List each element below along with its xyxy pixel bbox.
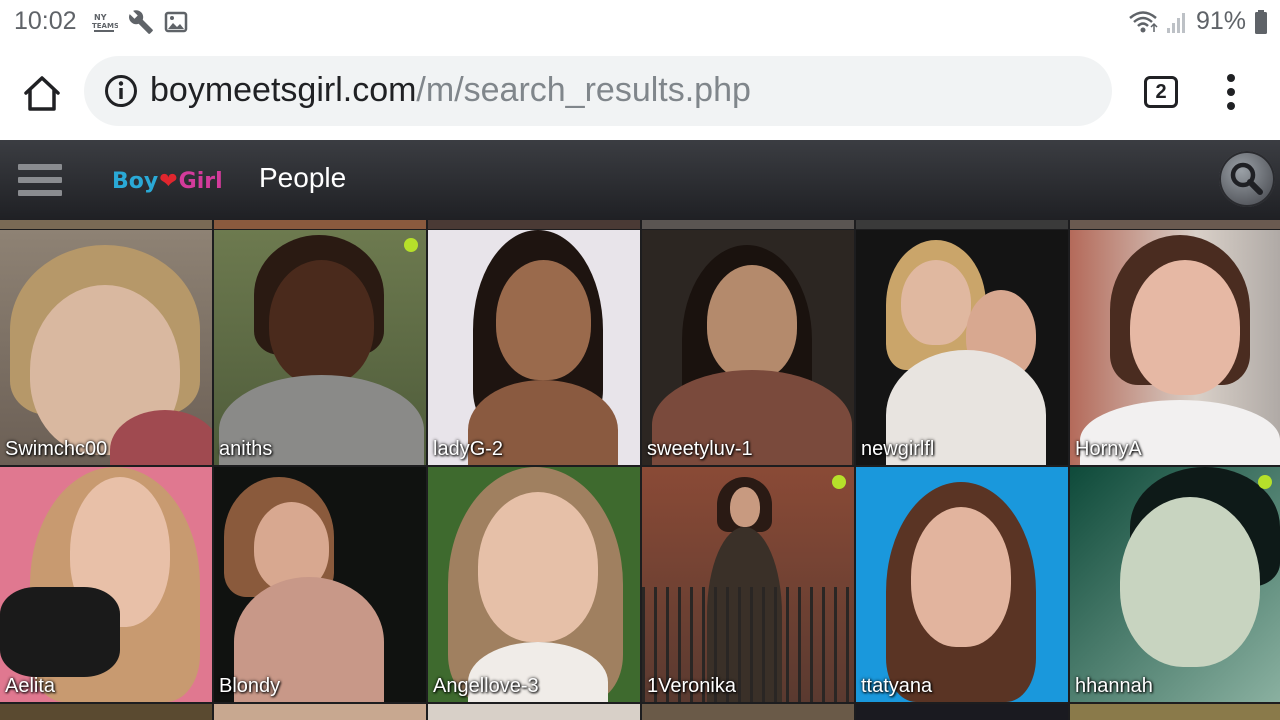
- url-domain: boymeetsgirl.com: [150, 71, 417, 109]
- profile-name: Swimchc00: [5, 438, 108, 460]
- signal-icon: [1166, 12, 1185, 33]
- page-title: People: [259, 162, 347, 193]
- search-button[interactable]: [1219, 151, 1275, 207]
- profile-photo-face: [1120, 497, 1260, 667]
- profile-tile[interactable]: Blondy: [214, 467, 426, 702]
- previous-row-strip: [0, 220, 1280, 229]
- url-path: /m/search_results.php: [416, 71, 751, 109]
- logo-girl: Girl: [178, 168, 223, 194]
- status-icons-left: NY TEAMS: [92, 9, 188, 35]
- heart-icon: ❤: [159, 168, 178, 194]
- wrench-icon: [129, 10, 153, 34]
- nyteams-icon: NY TEAMS: [92, 13, 118, 32]
- profile-tile[interactable]: HornyA: [1070, 230, 1280, 465]
- profile-tile[interactable]: sweetyluv-1: [642, 230, 854, 465]
- profile-name: ladyG-2: [433, 438, 504, 460]
- profile-tile[interactable]: aniths: [214, 230, 426, 465]
- profile-name: 1Veronika: [647, 675, 736, 697]
- home-icon[interactable]: [20, 72, 64, 116]
- profile-tile[interactable]: Angellove-3: [428, 467, 640, 702]
- app-header: Boy ❤ Girl People: [0, 140, 1280, 220]
- profile-name: sweetyluv-1: [647, 438, 753, 460]
- profile-name: Blondy: [219, 675, 281, 697]
- profile-tile[interactable]: ttatyana: [856, 467, 1068, 702]
- status-bar: 10:02 NY TEAMS 91%: [0, 0, 1280, 44]
- profile-photo-face: [730, 487, 760, 527]
- profile-photo-face: [478, 492, 598, 642]
- info-icon[interactable]: [104, 74, 138, 108]
- site-logo[interactable]: Boy ❤ Girl: [112, 164, 223, 198]
- online-indicator: [832, 475, 846, 489]
- logo-boy: Boy: [112, 168, 159, 194]
- search-icon: [1230, 162, 1263, 195]
- online-indicator: [1258, 475, 1272, 489]
- profile-name: aniths: [219, 438, 273, 460]
- profile-photo-shoulders: [0, 587, 120, 677]
- profile-name: ttatyana: [861, 675, 933, 697]
- battery-percentage: 91%: [1195, 7, 1246, 35]
- wifi-icon: [1129, 10, 1158, 32]
- profile-name: Angellove-3: [433, 675, 539, 697]
- more-menu-icon[interactable]: [1216, 74, 1246, 110]
- browser-toolbar: boymeetsgirl.com/m/search_results.php 2: [0, 44, 1280, 140]
- image-icon: [164, 11, 188, 33]
- profile-tile[interactable]: Aelita: [0, 467, 212, 702]
- profile-photo-face: [911, 507, 1011, 647]
- status-icons-right: 91%: [1128, 7, 1268, 36]
- profile-tile[interactable]: Swimchc00: [0, 230, 212, 465]
- profile-name: hhannah: [1075, 675, 1153, 697]
- tab-switcher-button[interactable]: 2: [1144, 76, 1178, 108]
- url-text[interactable]: boymeetsgirl.com/m/search_results.php: [150, 71, 751, 110]
- url-bar[interactable]: boymeetsgirl.com/m/search_results.php: [84, 56, 1112, 126]
- profile-grid: Swimchc00 aniths ladyG-2 sweetyluv-1 new…: [0, 220, 1280, 720]
- profile-tile[interactable]: hhannah: [1070, 467, 1280, 702]
- battery-icon: [1255, 9, 1267, 34]
- profile-tile[interactable]: newgirlfl: [856, 230, 1068, 465]
- profile-name: Aelita: [5, 675, 56, 697]
- status-time: 10:02: [14, 7, 77, 35]
- profile-photo-face: [269, 260, 374, 385]
- hamburger-menu-icon[interactable]: [18, 162, 62, 198]
- svg-text:TEAMS: TEAMS: [92, 22, 118, 30]
- profile-name: HornyA: [1075, 438, 1142, 460]
- profile-tile[interactable]: ladyG-2: [428, 230, 640, 465]
- profile-photo-face: [901, 260, 971, 345]
- profile-name: newgirlfl: [861, 438, 935, 460]
- svg-text:NY: NY: [94, 13, 107, 22]
- online-indicator: [404, 238, 418, 252]
- profile-photo-face: [496, 260, 591, 380]
- profile-photo-face: [1130, 260, 1240, 395]
- profile-tile[interactable]: 1Veronika: [642, 467, 854, 702]
- profile-photo-face: [707, 265, 797, 380]
